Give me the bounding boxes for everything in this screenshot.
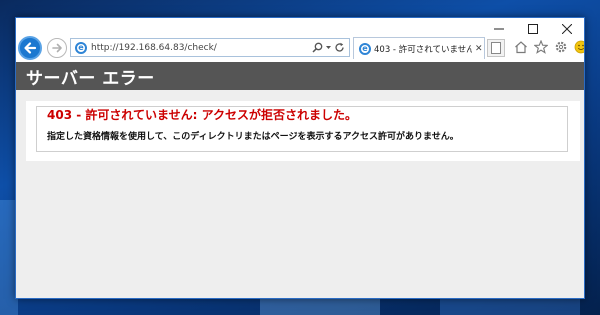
address-url[interactable]: http://192.168.64.83/check/ xyxy=(91,43,312,53)
navigation-toolbar: e http://192.168.64.83/check/ e 403 - 許可… xyxy=(16,36,584,60)
search-icon[interactable] xyxy=(312,42,323,53)
new-tab-icon xyxy=(491,42,501,54)
address-bar[interactable]: e http://192.168.64.83/check/ xyxy=(70,38,350,57)
browser-command-icons xyxy=(513,38,584,56)
home-icon[interactable] xyxy=(513,38,529,56)
chevron-down-icon[interactable] xyxy=(325,44,332,51)
back-arrow-icon xyxy=(24,42,37,54)
address-bar-icons xyxy=(312,42,345,53)
forward-arrow-icon xyxy=(52,43,62,53)
error-title: 403 - 許可されていません: アクセスが拒否されました。 xyxy=(47,108,358,122)
new-tab-button[interactable] xyxy=(487,39,505,57)
settings-gear-icon[interactable] xyxy=(553,38,569,56)
tab-close-icon[interactable]: ✕ xyxy=(475,44,483,54)
ie-icon: e xyxy=(75,41,87,54)
error-fieldset: 403 - 許可されていません: アクセスが拒否されました。 指定した資格情報を… xyxy=(36,106,568,152)
error-panel: 403 - 許可されていません: アクセスが拒否されました。 指定した資格情報を… xyxy=(26,101,580,161)
page-content: サーバー エラー 403 - 許可されていません: アクセスが拒否されました。 … xyxy=(16,62,584,298)
back-button[interactable] xyxy=(18,36,42,60)
maximize-icon xyxy=(528,24,538,34)
favorites-star-icon[interactable] xyxy=(533,38,549,56)
tab-ie-icon: e xyxy=(359,42,371,55)
minimize-icon xyxy=(494,28,504,30)
server-error-header: サーバー エラー xyxy=(16,62,584,90)
browser-tab[interactable]: e 403 - 許可されていません: ア ✕ xyxy=(353,37,485,59)
error-description: 指定した資格情報を使用して、このディレクトリまたはページを表示するアクセス許可が… xyxy=(47,132,459,142)
browser-window: e http://192.168.64.83/check/ e 403 - 許可… xyxy=(15,17,585,299)
refresh-icon[interactable] xyxy=(334,42,345,53)
forward-button[interactable] xyxy=(47,38,67,58)
feedback-smiley-icon[interactable] xyxy=(573,38,584,56)
close-icon xyxy=(562,24,572,34)
page-title: サーバー エラー xyxy=(26,68,155,89)
tab-title: 403 - 許可されていません: ア xyxy=(374,44,472,55)
